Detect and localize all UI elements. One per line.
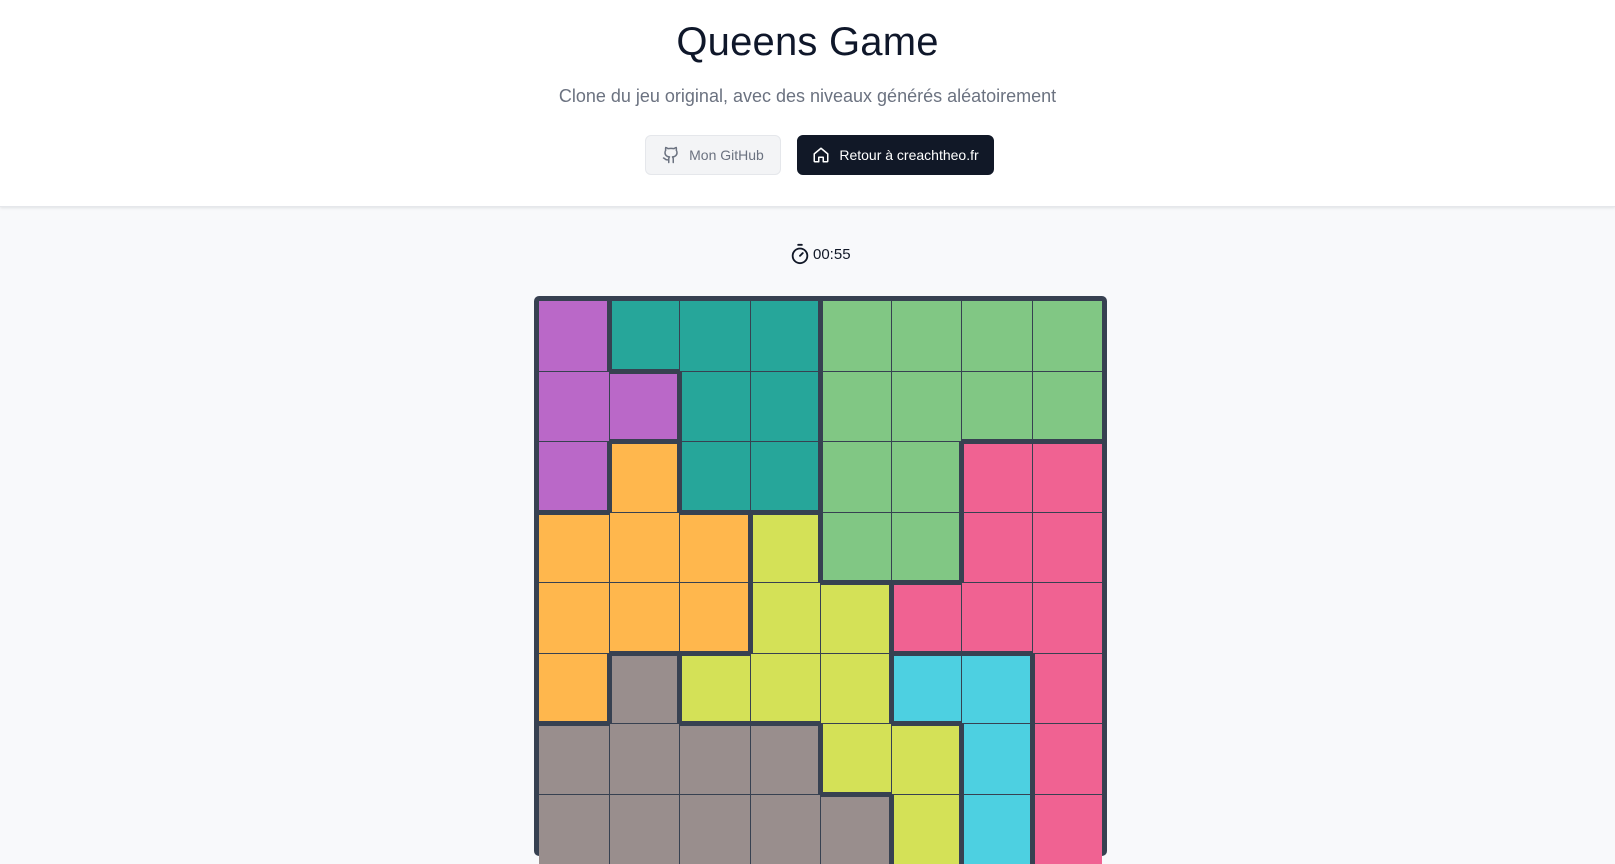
board-cell[interactable] (539, 372, 609, 442)
board-cell[interactable] (680, 372, 750, 442)
board-cell[interactable] (821, 724, 891, 794)
board-cell[interactable] (680, 724, 750, 794)
board-cell[interactable] (962, 513, 1032, 583)
board-cell[interactable] (539, 513, 609, 583)
board-cell[interactable] (751, 583, 821, 653)
board-cell[interactable] (962, 442, 1032, 512)
board-cell[interactable] (610, 513, 680, 583)
home-button-label: Retour à creachtheo.fr (839, 147, 978, 163)
board-cell[interactable] (892, 301, 962, 371)
board-cell[interactable] (821, 442, 891, 512)
board-cell[interactable] (892, 654, 962, 724)
board-cell[interactable] (680, 654, 750, 724)
board-cell[interactable] (962, 301, 1032, 371)
board-cell[interactable] (892, 372, 962, 442)
board-cell[interactable] (680, 583, 750, 653)
page-header: Queens Game Clone du jeu original, avec … (0, 0, 1615, 207)
github-icon (662, 146, 680, 164)
board-cell[interactable] (751, 372, 821, 442)
board-cell[interactable] (751, 724, 821, 794)
board-cell[interactable] (821, 583, 891, 653)
board-cell[interactable] (892, 724, 962, 794)
board-grid (539, 301, 1102, 864)
board-cell[interactable] (751, 513, 821, 583)
board-cell[interactable] (892, 442, 962, 512)
board-cell[interactable] (962, 724, 1032, 794)
board-cell[interactable] (610, 583, 680, 653)
home-icon (812, 146, 830, 164)
board-cell[interactable] (1033, 372, 1103, 442)
board-cell[interactable] (821, 301, 891, 371)
board-cell[interactable] (962, 795, 1032, 864)
board-cell[interactable] (539, 442, 609, 512)
board-cell[interactable] (1033, 583, 1103, 653)
board-cell[interactable] (610, 795, 680, 864)
board-cell[interactable] (962, 372, 1032, 442)
board-cell[interactable] (610, 724, 680, 794)
board-cell[interactable] (892, 513, 962, 583)
timer-value: 00:55 (813, 246, 851, 263)
board-cell[interactable] (751, 654, 821, 724)
page-subtitle: Clone du jeu original, avec des niveaux … (0, 86, 1615, 107)
github-button[interactable]: Mon GitHub (645, 135, 781, 175)
board-cell[interactable] (892, 795, 962, 864)
board-cell[interactable] (1033, 442, 1103, 512)
board-cell[interactable] (821, 372, 891, 442)
board-cell[interactable] (610, 654, 680, 724)
board-cell[interactable] (1033, 513, 1103, 583)
board-cell[interactable] (1033, 795, 1103, 864)
board-cell[interactable] (1033, 724, 1103, 794)
board-cell[interactable] (539, 654, 609, 724)
stopwatch-icon (789, 242, 811, 266)
github-button-label: Mon GitHub (689, 147, 764, 163)
board-cell[interactable] (821, 513, 891, 583)
board-cell[interactable] (962, 654, 1032, 724)
board-cell[interactable] (610, 301, 680, 371)
board-cell[interactable] (539, 301, 609, 371)
board-cell[interactable] (539, 724, 609, 794)
board-cell[interactable] (962, 583, 1032, 653)
timer: 00:55 (789, 241, 851, 267)
board-cell[interactable] (680, 513, 750, 583)
board-cell[interactable] (680, 795, 750, 864)
board-cell[interactable] (610, 442, 680, 512)
board-cell[interactable] (680, 301, 750, 371)
board-cell[interactable] (821, 795, 891, 864)
board-cell[interactable] (680, 442, 750, 512)
board-cell[interactable] (892, 583, 962, 653)
board-cell[interactable] (1033, 301, 1103, 371)
board-cell[interactable] (610, 372, 680, 442)
board-cell[interactable] (751, 442, 821, 512)
board-cell[interactable] (539, 583, 609, 653)
home-button[interactable]: Retour à creachtheo.fr (797, 135, 994, 175)
game-board (534, 296, 1107, 856)
page-title: Queens Game (0, 20, 1615, 65)
board-cell[interactable] (821, 654, 891, 724)
board-cell[interactable] (751, 301, 821, 371)
board-cell[interactable] (1033, 654, 1103, 724)
board-cell[interactable] (751, 795, 821, 864)
board-cell[interactable] (539, 795, 609, 864)
